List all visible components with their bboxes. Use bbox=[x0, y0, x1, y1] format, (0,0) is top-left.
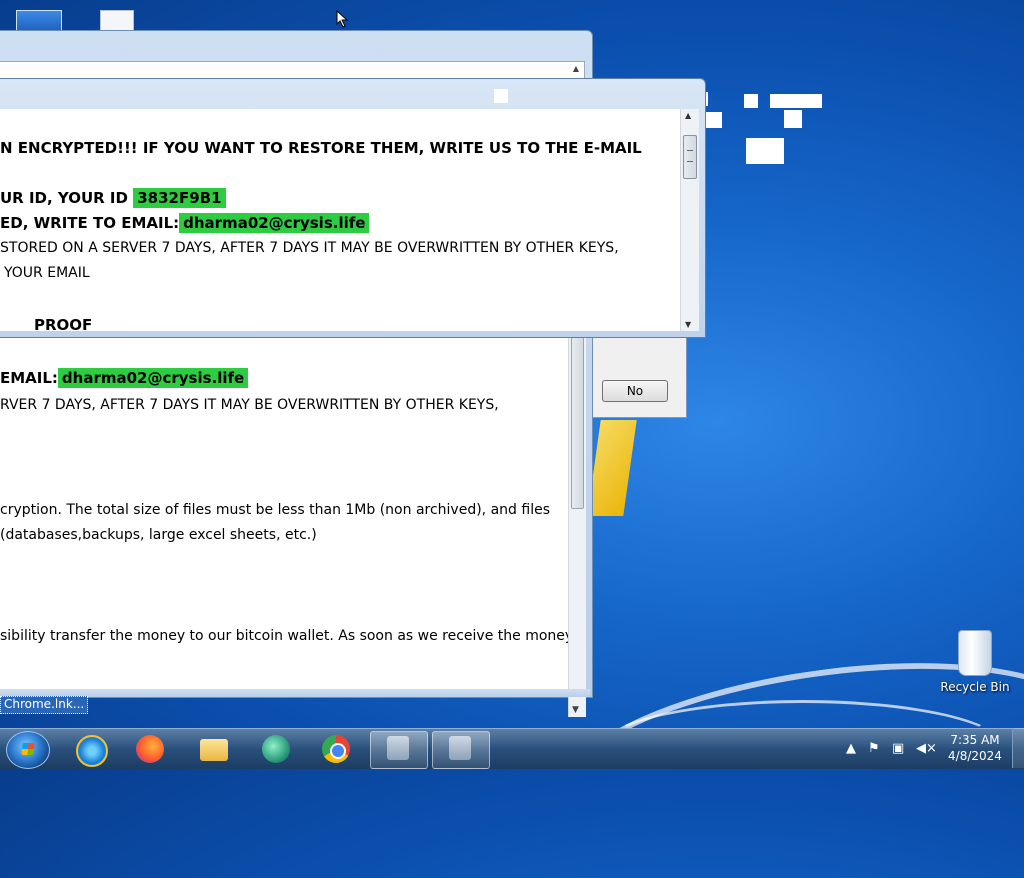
text-line: RVER 7 DAYS, AFTER 7 DAYS IT MAY BE OVER… bbox=[0, 397, 499, 413]
mouse-cursor-icon bbox=[336, 10, 349, 28]
text-line: cryption. The total size of files must b… bbox=[0, 502, 550, 518]
chrome-shortcut-label[interactable]: Chrome.lnk... bbox=[0, 696, 89, 714]
wallpaper-logo bbox=[587, 420, 637, 516]
recycle-bin-icon bbox=[958, 630, 992, 676]
confirm-dialog bbox=[592, 330, 687, 418]
email-highlight: dharma02@crysis.life bbox=[179, 213, 370, 233]
taskbar-setup-1[interactable] bbox=[370, 731, 428, 769]
email-highlight: dharma02@crysis.life bbox=[57, 368, 249, 388]
start-button[interactable] bbox=[6, 731, 50, 769]
installer-icon bbox=[387, 736, 409, 760]
system-clock[interactable]: 7:35 AM 4/8/2024 bbox=[940, 732, 1010, 764]
text-line: PROOF bbox=[34, 316, 93, 331]
ransom-note-content[interactable]: N ENCRYPTED!!! IF YOU WANT TO RESTORE TH… bbox=[0, 109, 680, 331]
address-bar[interactable]: ▲ bbox=[0, 61, 585, 79]
taskbar-firefox[interactable] bbox=[122, 731, 178, 767]
window-bottom-border bbox=[0, 689, 590, 697]
text-line: STORED ON A SERVER 7 DAYS, AFTER 7 DAYS … bbox=[0, 240, 619, 256]
scroll-down-icon[interactable]: ▼ bbox=[685, 320, 691, 329]
text-line: N ENCRYPTED!!! IF YOU WANT TO RESTORE TH… bbox=[0, 139, 642, 157]
taskbar-setup-2[interactable] bbox=[432, 731, 490, 769]
id-label: UR ID, YOUR ID bbox=[0, 189, 128, 207]
no-button[interactable]: No bbox=[602, 380, 668, 402]
taskbar-explorer[interactable] bbox=[186, 731, 242, 767]
taskbar: ▲ ⚑ ▣ ◀× bbox=[0, 728, 1024, 769]
title-bar-button[interactable] bbox=[494, 89, 508, 103]
volume-muted-icon[interactable]: ◀× bbox=[916, 741, 937, 756]
vertical-scrollbar[interactable]: ▲ ▼ bbox=[680, 109, 699, 331]
flag-icon[interactable]: ⚑ bbox=[868, 741, 880, 756]
recycle-bin[interactable]: Recycle Bin bbox=[940, 630, 1010, 694]
text-line: YOUR EMAIL bbox=[4, 265, 90, 281]
taskbar-ie[interactable] bbox=[62, 731, 118, 767]
taskbar-chrome[interactable] bbox=[308, 731, 364, 767]
scroll-up-icon[interactable]: ▲ bbox=[685, 111, 691, 120]
id-highlight: 3832F9B1 bbox=[133, 188, 226, 208]
windows-orb-icon bbox=[21, 743, 35, 755]
ransom-note-window: N ENCRYPTED!!! IF YOU WANT TO RESTORE TH… bbox=[0, 78, 706, 338]
text-line: (databases,backups, large excel sheets, … bbox=[0, 527, 317, 543]
taskbar-app[interactable] bbox=[248, 731, 304, 767]
chrome-icon bbox=[322, 735, 350, 763]
clock-time: 7:35 AM bbox=[950, 733, 1000, 747]
show-hidden-icons-icon[interactable]: ▲ bbox=[846, 741, 856, 756]
scroll-thumb[interactable] bbox=[683, 135, 697, 179]
clock-date: 4/8/2024 bbox=[948, 749, 1002, 763]
text-line: sibility transfer the money to our bitco… bbox=[0, 628, 568, 644]
network-icon[interactable]: ▣ bbox=[892, 741, 904, 756]
scroll-up-icon[interactable]: ▲ bbox=[570, 64, 582, 76]
show-desktop-button[interactable] bbox=[1012, 728, 1024, 768]
vertical-scrollbar[interactable]: ▼ bbox=[568, 337, 586, 717]
firefox-icon bbox=[136, 735, 164, 763]
globe-icon bbox=[262, 735, 290, 763]
scroll-thumb[interactable] bbox=[571, 337, 584, 509]
recycle-bin-label: Recycle Bin bbox=[940, 680, 1010, 694]
folder-icon bbox=[200, 739, 228, 761]
scroll-down-icon[interactable]: ▼ bbox=[572, 705, 579, 715]
internet-explorer-icon bbox=[76, 735, 108, 767]
email-label: ED, WRITE TO EMAIL: bbox=[0, 214, 180, 232]
installer-icon bbox=[449, 736, 471, 760]
email-label: EMAIL: bbox=[0, 369, 58, 387]
